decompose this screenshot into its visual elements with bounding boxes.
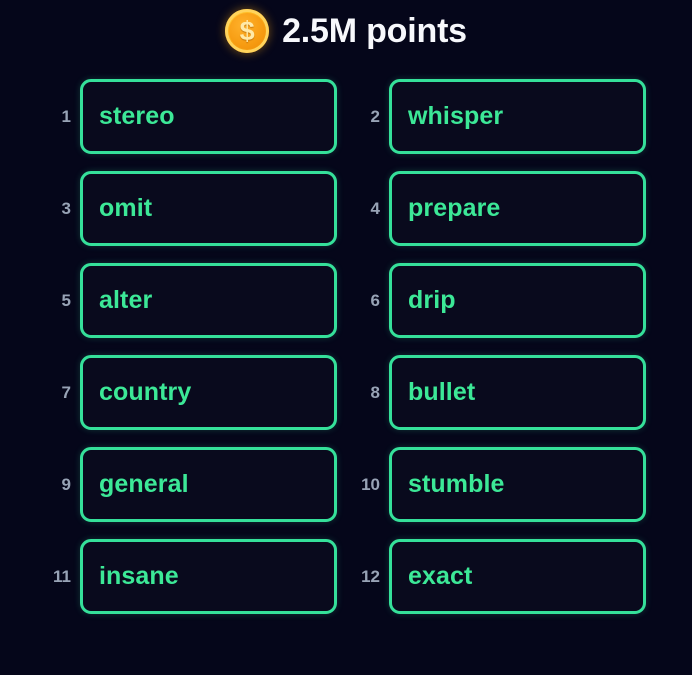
word-index-label: 5 [61, 291, 71, 310]
word-box[interactable]: insane [80, 539, 337, 614]
word-cell: 3 omit [44, 171, 337, 246]
word-text: omit [99, 194, 153, 222]
dollar-sign-glyph: $ [239, 15, 255, 46]
word-cell: 9 general [44, 447, 337, 522]
word-text: exact [408, 562, 473, 590]
word-cell: 1 stereo [44, 79, 337, 154]
word-cell: 4 prepare [353, 171, 646, 246]
word-text: prepare [408, 194, 501, 222]
word-index-label: 6 [370, 291, 380, 310]
word-text: drip [408, 286, 456, 314]
word-index-label: 1 [61, 107, 71, 126]
word-grid: 1 stereo 2 whisper 3 omit 4 prepare 5 alter 6 drip 7… [0, 79, 692, 614]
word-index-label: 7 [61, 383, 71, 402]
word-index-label: 4 [370, 199, 380, 218]
word-game-screen: $ 2.5M points 1 stereo 2 whisper 3 omit 4 prepa… [0, 0, 692, 614]
word-index-label: 8 [370, 383, 380, 402]
word-index-label: 11 [53, 567, 71, 586]
word-box[interactable]: stumble [389, 447, 646, 522]
word-cell: 6 drip [353, 263, 646, 338]
word-text: bullet [408, 378, 476, 406]
word-cell: 12 exact [353, 539, 646, 614]
word-box[interactable]: stereo [80, 79, 337, 154]
word-cell: 10 stumble [353, 447, 646, 522]
word-text: stumble [408, 470, 505, 498]
word-cell: 2 whisper [353, 79, 646, 154]
word-box[interactable]: prepare [389, 171, 646, 246]
word-text: alter [99, 286, 153, 314]
points-header: $ 2.5M points [0, 0, 692, 58]
word-box[interactable]: exact [389, 539, 646, 614]
word-cell: 11 insane [44, 539, 337, 614]
word-cell: 8 bullet [353, 355, 646, 430]
word-box[interactable]: bullet [389, 355, 646, 430]
word-index-label: 3 [61, 199, 71, 218]
word-text: insane [99, 562, 179, 590]
word-text: stereo [99, 102, 175, 130]
word-text: country [99, 378, 192, 406]
word-index-label: 12 [361, 567, 380, 586]
word-box[interactable]: drip [389, 263, 646, 338]
word-box[interactable]: general [80, 447, 337, 522]
word-text: general [99, 470, 189, 498]
word-box[interactable]: country [80, 355, 337, 430]
word-box[interactable]: whisper [389, 79, 646, 154]
coin-dollar-icon: $ [225, 9, 270, 53]
points-total-label: 2.5M points [282, 11, 467, 50]
word-cell: 7 country [44, 355, 337, 430]
word-index-label: 9 [61, 475, 71, 494]
word-box[interactable]: alter [80, 263, 337, 338]
word-index-label: 10 [361, 475, 380, 494]
word-index-label: 2 [370, 107, 380, 126]
word-box[interactable]: omit [80, 171, 337, 246]
word-cell: 5 alter [44, 263, 337, 338]
word-text: whisper [408, 102, 504, 130]
